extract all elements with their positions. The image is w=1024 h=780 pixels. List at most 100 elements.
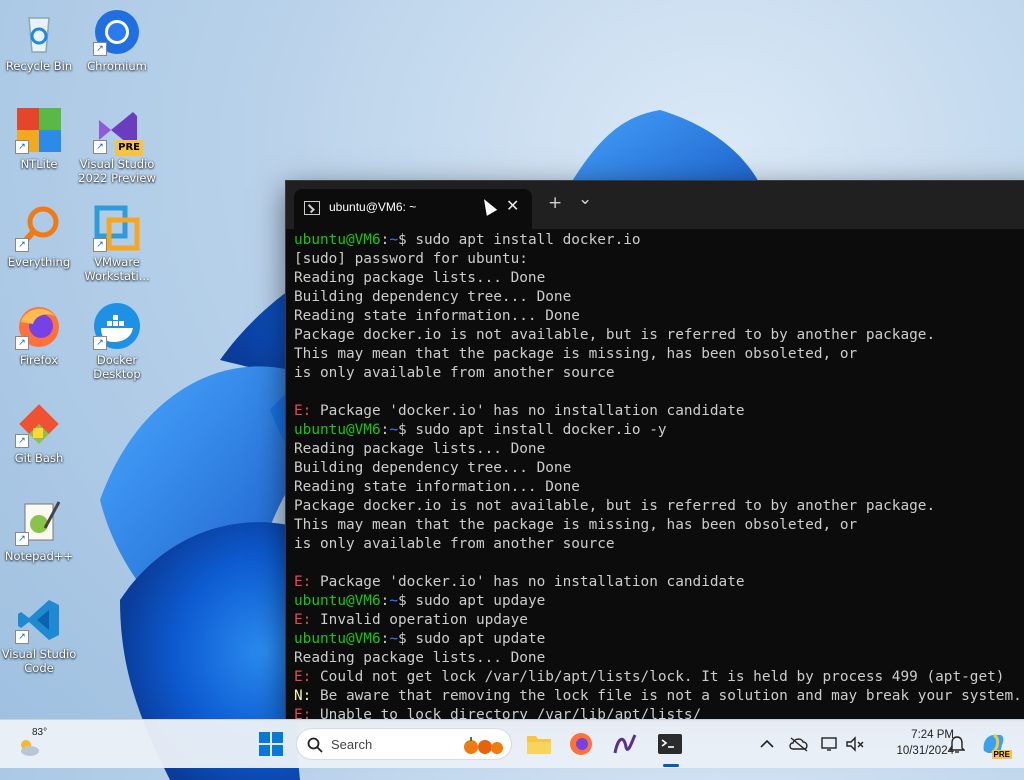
line-text: This may mean that the package is missin…: [294, 346, 858, 362]
taskbar-file-explorer[interactable]: [524, 729, 554, 759]
desktop-icon-docker[interactable]: ↗ Docker Desktop: [78, 302, 156, 381]
line-text: Package docker.io is not available, but …: [294, 498, 936, 514]
terminal-line: ubuntu@VM6:~$ sudo apt update: [294, 630, 1024, 649]
git-bash-icon: ↗: [15, 400, 63, 448]
desktop-icon-visual-studio-preview[interactable]: PRE ↗ Visual Studio 2022 Preview: [78, 106, 156, 185]
terminal-window[interactable]: ubuntu@VM6: ~ ✕ + ⌄ ubuntu@VM6:~$ sudo a…: [285, 180, 1024, 722]
terminal-tab-bar: ubuntu@VM6: ~ ✕ + ⌄: [286, 181, 1024, 229]
desktop-icon-chromium[interactable]: ↗ Chromium: [78, 8, 156, 73]
prompt-user: ubuntu@VM6: [294, 232, 381, 248]
chevron-up-icon: [760, 739, 774, 748]
desktop-icon-vmware[interactable]: ↗ VMware Workstati...: [78, 204, 156, 283]
start-button[interactable]: [256, 729, 286, 759]
shortcut-arrow-icon: ↗: [15, 434, 29, 448]
weather-temp: 83°: [32, 727, 48, 738]
search-placeholder: Search: [331, 737, 373, 752]
desktop-icon-label: Everything: [7, 255, 71, 269]
tab-dropdown-button[interactable]: ⌄: [578, 189, 592, 209]
line-text: Package 'docker.io' has no installation …: [311, 574, 745, 590]
line-text: sudo apt updaye: [415, 593, 546, 609]
terminal-icon: [658, 734, 682, 754]
tray-cloud-sync[interactable]: [784, 729, 814, 759]
windows-logo-icon: [259, 732, 283, 756]
line-text: Be aware that removing the lock file is …: [311, 688, 1022, 704]
terminal-line: This may mean that the package is missin…: [294, 516, 1024, 535]
line-text: sudo apt install docker.io -y: [415, 422, 667, 438]
line-text: Reading package lists... Done: [294, 441, 546, 457]
terminal-line: Reading state information... Done: [294, 307, 1024, 326]
desktop-icon-label: Visual Studio 2022 Preview: [78, 157, 156, 185]
firefox-icon: ↗: [15, 302, 63, 350]
terminal-line: E: Could not get lock /var/lib/apt/lists…: [294, 668, 1024, 687]
prompt-dollar: $: [397, 593, 416, 609]
bell-icon: [948, 736, 966, 753]
shortcut-arrow-icon: ↗: [15, 532, 29, 546]
terminal-line: ubuntu@VM6:~$ sudo apt install docker.io…: [294, 421, 1024, 440]
terminal-output[interactable]: ubuntu@VM6:~$ sudo apt install docker.io…: [294, 231, 1024, 721]
cloud-offline-icon: [789, 737, 808, 752]
terminal-line: E: Package 'docker.io' has no installati…: [294, 402, 1024, 421]
terminal-line: is only available from another source: [294, 535, 1024, 554]
prompt-dollar: $: [397, 631, 416, 647]
desktop-icon-label: Chromium: [87, 59, 147, 73]
desktop-icon-label: NTLite: [20, 157, 58, 171]
line-text: is only available from another source: [294, 365, 615, 381]
chromium-icon: ↗: [93, 8, 141, 56]
taskbar: 83° Search 7:24 PM 10/31/2024 PRE: [0, 719, 1024, 768]
pumpkins-icon: [464, 737, 503, 754]
new-tab-button[interactable]: +: [548, 193, 562, 213]
notifications-button[interactable]: [942, 729, 972, 759]
desktop-icon-notepad-plus-plus[interactable]: ↗ Notepad++: [0, 498, 78, 563]
shortcut-arrow-icon: ↗: [15, 630, 29, 644]
shortcut-arrow-icon: ↗: [15, 336, 29, 350]
weather-widget[interactable]: 83°: [18, 727, 58, 761]
desktop-icon-git-bash[interactable]: ↗ Git Bash: [0, 400, 78, 465]
desktop-icon-everything[interactable]: ↗ Everything: [0, 204, 78, 269]
active-app-indicator: [663, 764, 679, 767]
prompt-separator: :: [380, 232, 390, 248]
line-text: Reading package lists... Done: [294, 650, 546, 666]
show-hidden-icons-button[interactable]: [752, 729, 782, 759]
desktop-icon-vscode[interactable]: ↗ Visual Studio Code: [0, 596, 78, 675]
visual-studio-icon: PRE ↗: [93, 106, 143, 156]
line-text: Package 'docker.io' has no installation …: [311, 403, 745, 419]
error-prefix: E:: [294, 574, 312, 590]
taskbar-firefox[interactable]: [566, 729, 596, 759]
everything-search-icon: ↗: [15, 204, 63, 252]
shortcut-arrow-icon: ↗: [93, 140, 107, 154]
search-icon: [307, 737, 323, 753]
tab-close-icon[interactable]: ✕: [506, 196, 519, 215]
prompt-path: ~: [389, 422, 398, 438]
terminal-line: Reading package lists... Done: [294, 440, 1024, 459]
terminal-icon: [304, 201, 320, 215]
preview-badge: PRE: [115, 140, 143, 156]
shortcut-arrow-icon: ↗: [93, 42, 107, 56]
desktop-icon-recycle-bin[interactable]: Recycle Bin: [0, 8, 78, 73]
weather-cloud-icon: [21, 740, 39, 756]
desktop-icon-label: Firefox: [19, 353, 59, 367]
desktop-icon-label: VMware Workstati...: [84, 255, 150, 283]
prompt-user: ubuntu@VM6: [294, 422, 381, 438]
line-text: Package docker.io is not available, but …: [294, 327, 936, 343]
taskbar-terminal[interactable]: [655, 729, 685, 759]
prompt-user: ubuntu@VM6: [294, 631, 381, 647]
terminal-line: ubuntu@VM6:~$ sudo apt install docker.io: [294, 231, 1024, 250]
shortcut-arrow-icon: ↗: [15, 140, 29, 154]
tray-volume[interactable]: [840, 729, 870, 759]
line-text: Reading package lists... Done: [294, 270, 546, 286]
line-text: Invalid operation updaye: [311, 612, 528, 628]
taskbar-inkscape-app[interactable]: [610, 729, 640, 759]
desktop-icon-label: Recycle Bin: [5, 59, 73, 73]
terminal-line: [sudo] password for ubuntu:: [294, 250, 1024, 269]
copilot-button[interactable]: PRE: [978, 729, 1012, 759]
desktop-icon-label: Visual Studio Code: [1, 647, 77, 675]
line-text: Reading state information... Done: [294, 308, 580, 324]
line-text: Could not get lock /var/lib/apt/lists/lo…: [311, 669, 1005, 685]
prompt-path: ~: [389, 631, 398, 647]
desktop-icon-firefox[interactable]: ↗ Firefox: [0, 302, 78, 367]
copilot-preview-badge: PRE: [991, 750, 1012, 759]
desktop-icon-ntlite[interactable]: ↗ NTLite: [0, 106, 78, 171]
error-prefix: E:: [294, 612, 312, 628]
taskbar-search-box[interactable]: Search: [296, 728, 512, 760]
